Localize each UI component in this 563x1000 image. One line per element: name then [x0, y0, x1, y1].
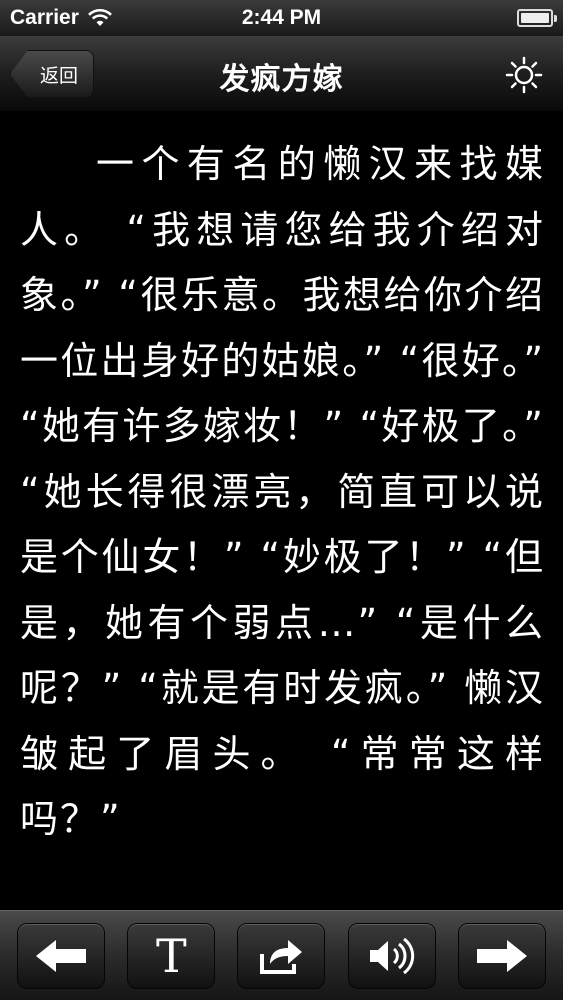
- battery-icon: [517, 9, 557, 27]
- story-text: 一个有名的懒汉来找媒人。 “我想请您给我介绍对象。” “很乐意。我想给你介绍一位…: [20, 142, 545, 841]
- nav-bar: 返回 发疯方嫁: [0, 36, 563, 112]
- wifi-icon: [87, 8, 112, 26]
- arrow-right-icon: [476, 939, 527, 972]
- arrow-left-icon: [36, 939, 87, 972]
- bottom-toolbar: T: [0, 910, 563, 1000]
- status-left: Carrier: [10, 6, 113, 30]
- status-bar: Carrier 2:44 PM: [0, 0, 563, 36]
- battery-fill: [521, 13, 549, 23]
- share-button[interactable]: [237, 922, 326, 989]
- sun-icon[interactable]: [505, 56, 543, 94]
- page-title: 发疯方嫁: [219, 62, 344, 97]
- next-page-button[interactable]: [457, 922, 546, 989]
- speaker-icon: [369, 937, 414, 974]
- reader-content[interactable]: 一个有名的懒汉来找媒人。 “我想请您给我介绍对象。” “很乐意。我想给你介绍一位…: [0, 118, 563, 910]
- carrier-label: Carrier: [10, 6, 79, 29]
- previous-page-button[interactable]: [17, 922, 106, 989]
- audio-button[interactable]: [347, 922, 436, 989]
- font-icon: T: [155, 928, 187, 983]
- share-icon: [260, 939, 303, 974]
- font-size-button[interactable]: T: [127, 922, 216, 989]
